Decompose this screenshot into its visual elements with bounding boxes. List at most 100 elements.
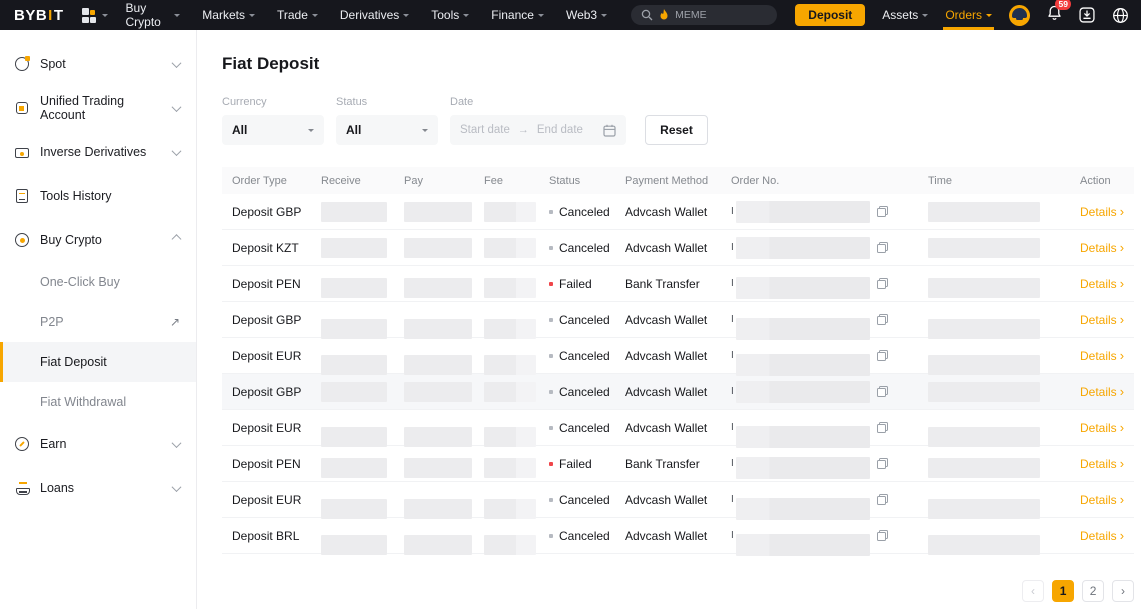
nav-menu-item[interactable]: Markets xyxy=(202,0,255,30)
copy-icon[interactable] xyxy=(877,206,888,217)
status-dot xyxy=(549,390,553,394)
copy-icon[interactable] xyxy=(877,314,888,325)
assets-label: Assets xyxy=(882,8,918,22)
redacted-order-no xyxy=(736,318,870,340)
sidebar-item-icon xyxy=(14,144,30,160)
nav-menu-item[interactable]: Derivatives xyxy=(340,0,409,30)
copy-icon[interactable] xyxy=(877,242,888,253)
page-number-button[interactable]: 1 xyxy=(1052,580,1074,602)
user-avatar[interactable] xyxy=(1009,5,1030,26)
redacted-receive-value xyxy=(321,202,387,222)
status-label: Failed xyxy=(559,277,592,291)
payment-method-cell: Bank Transfer xyxy=(625,446,731,481)
deposit-button[interactable]: Deposit xyxy=(795,4,865,26)
sidebar-item[interactable]: One-Click Buy ↗ xyxy=(0,262,196,302)
prev-page-button[interactable]: ‹ xyxy=(1022,580,1044,602)
page-number-button[interactable]: 2 xyxy=(1082,580,1104,602)
details-link[interactable]: Details› xyxy=(1080,421,1124,435)
bybit-logo[interactable]: BYBIT xyxy=(14,7,64,24)
status-label: Canceled xyxy=(559,529,610,543)
assets-menu[interactable]: Assets xyxy=(882,0,928,30)
redacted-order-no xyxy=(736,457,870,479)
table-column-header: Order No. xyxy=(731,167,928,194)
nav-menu-item[interactable]: Trade xyxy=(277,0,318,30)
redacted-fee-value xyxy=(484,382,536,402)
copy-icon[interactable] xyxy=(877,458,888,469)
details-link[interactable]: Details› xyxy=(1080,457,1124,471)
details-link[interactable]: Details› xyxy=(1080,205,1124,219)
status-cell: Canceled xyxy=(549,374,625,409)
sidebar-item[interactable]: Unified Trading Account ↗ xyxy=(0,86,196,130)
sidebar-item[interactable]: Loans ↗ xyxy=(0,466,196,510)
end-date-placeholder: End date xyxy=(537,124,583,136)
details-label: Details xyxy=(1080,421,1117,435)
details-link[interactable]: Details› xyxy=(1080,349,1124,363)
redacted-receive-value xyxy=(321,319,387,339)
status-label: Canceled xyxy=(559,313,610,327)
language-globe-icon[interactable] xyxy=(1112,7,1129,24)
copy-icon[interactable] xyxy=(877,350,888,361)
status-label: Canceled xyxy=(559,493,610,507)
table-row: Deposit GBP Canceled Advcash Wallet I xyxy=(222,374,1134,410)
order-no-cell: I xyxy=(731,446,928,481)
payment-method-cell: Advcash Wallet xyxy=(625,302,731,337)
nav-menu-item[interactable]: Tools xyxy=(431,0,469,30)
chevron-right-icon: › xyxy=(1120,205,1124,218)
sidebar-item-label: Loans xyxy=(40,481,74,495)
sidebar-item-label: Fiat Deposit xyxy=(40,355,107,369)
copy-icon[interactable] xyxy=(877,278,888,289)
sidebar-item[interactable]: P2P ↗ xyxy=(0,302,196,342)
sidebar-item[interactable]: Buy Crypto ↗ xyxy=(0,218,196,262)
details-link[interactable]: Details› xyxy=(1080,493,1124,507)
search-box[interactable] xyxy=(631,5,777,25)
sidebar-item[interactable]: Inverse Derivatives ↗ xyxy=(0,130,196,174)
date-range-picker[interactable]: Start date → End date xyxy=(450,115,626,145)
copy-icon[interactable] xyxy=(877,422,888,433)
orders-menu[interactable]: Orders xyxy=(945,0,992,30)
reset-button[interactable]: Reset xyxy=(645,115,708,145)
copy-icon[interactable] xyxy=(877,530,888,541)
status-select[interactable]: All xyxy=(336,115,438,145)
redacted-time-value xyxy=(928,382,1040,402)
order-no-fragment: I xyxy=(731,422,734,433)
next-page-button[interactable]: › xyxy=(1112,580,1134,602)
status-dot xyxy=(549,426,553,430)
nav-menu-item[interactable]: Buy Crypto xyxy=(126,0,181,30)
sidebar-item[interactable]: Spot ↗ xyxy=(0,42,196,86)
table-column-header: Order Type xyxy=(222,167,321,194)
details-link[interactable]: Details› xyxy=(1080,277,1124,291)
orders-label: Orders xyxy=(945,8,982,22)
copy-icon[interactable] xyxy=(877,494,888,505)
page-title: Fiat Deposit xyxy=(222,54,1134,74)
order-no-cell: I xyxy=(731,194,928,229)
download-app-icon[interactable] xyxy=(1079,7,1095,23)
sidebar-item[interactable]: Fiat Deposit ↗ xyxy=(0,342,196,382)
apps-menu-button[interactable] xyxy=(82,8,108,22)
payment-method-cell: Advcash Wallet xyxy=(625,518,731,553)
arrow-right-icon: → xyxy=(518,124,529,136)
sidebar-item[interactable]: Tools History ↗ xyxy=(0,174,196,218)
chevron-down-icon xyxy=(463,14,469,20)
payment-method-cell: Bank Transfer xyxy=(625,266,731,301)
details-link[interactable]: Details› xyxy=(1080,385,1124,399)
sidebar-item[interactable]: Earn ↗ xyxy=(0,422,196,466)
details-label: Details xyxy=(1080,241,1117,255)
search-input[interactable] xyxy=(675,9,765,21)
notifications-button[interactable]: 59 xyxy=(1047,5,1062,26)
copy-icon[interactable] xyxy=(877,386,888,397)
nav-menu-item[interactable]: Finance xyxy=(491,0,544,30)
chevron-down-icon xyxy=(601,14,607,20)
currency-select[interactable]: All xyxy=(222,115,324,145)
chevron-icon xyxy=(172,234,182,244)
order-no-cell: I xyxy=(731,482,928,517)
details-link[interactable]: Details› xyxy=(1080,313,1124,327)
chevron-icon xyxy=(172,438,182,448)
order-no-cell: I xyxy=(731,410,928,445)
redacted-receive-value xyxy=(321,499,387,519)
sidebar-item[interactable]: Fiat Withdrawal ↗ xyxy=(0,382,196,422)
nav-menu-label: Markets xyxy=(202,8,245,22)
details-link[interactable]: Details› xyxy=(1080,241,1124,255)
details-link[interactable]: Details› xyxy=(1080,529,1124,543)
nav-menu-item[interactable]: Web3 xyxy=(566,0,607,30)
sidebar-item-label: Tools History xyxy=(40,189,112,203)
